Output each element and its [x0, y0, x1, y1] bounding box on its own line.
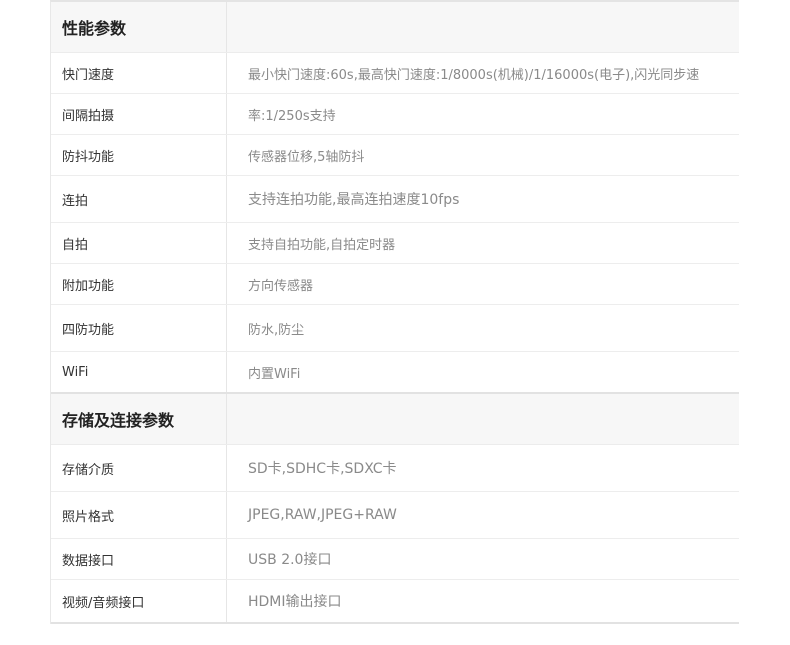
spec-label: 连拍 [51, 176, 227, 222]
spec-value: USB 2.0接口 [248, 552, 332, 568]
table-row: 数据接口 USB 2.0接口 [51, 539, 739, 580]
spec-value: 方向传感器 [248, 278, 314, 294]
spec-value: JPEG,RAW,JPEG+RAW [248, 507, 397, 523]
table-row: WiFi 内置WiFi [51, 352, 739, 394]
spec-value: 传感器位移,5轴防抖 [248, 149, 365, 165]
section-header-performance: 性能参数 [51, 2, 739, 53]
table-row: 照片格式 JPEG,RAW,JPEG+RAW [51, 492, 739, 539]
spec-value: 支持自拍功能,自拍定时器 [248, 237, 396, 253]
section-header-storage: 存储及连接参数 [51, 394, 739, 445]
table-row: 四防功能 防水,防尘 [51, 305, 739, 352]
spec-label: 防抖功能 [51, 135, 227, 175]
spec-label: 附加功能 [51, 264, 227, 304]
section-title: 存储及连接参数 [51, 394, 227, 444]
spec-table: 性能参数 快门速度 最小快门速度:60s,最高快门速度:1/8000s(机械)/… [50, 0, 739, 624]
spec-label: 四防功能 [51, 305, 227, 351]
spec-label: 自拍 [51, 223, 227, 263]
spec-label: 存储介质 [51, 445, 227, 491]
spec-value: 率:1/250s支持 [248, 108, 336, 124]
spec-label: 视频/音频接口 [51, 580, 227, 622]
spec-value: SD卡,SDHC卡,SDXC卡 [248, 461, 397, 477]
spec-value: 防水,防尘 [248, 322, 305, 338]
table-row: 存储介质 SD卡,SDHC卡,SDXC卡 [51, 445, 739, 492]
spec-value: 最小快门速度:60s,最高快门速度:1/8000s(机械)/1/16000s(电… [248, 67, 700, 83]
table-row: 附加功能 方向传感器 [51, 264, 739, 305]
spec-value: HDMI输出接口 [248, 594, 342, 610]
spec-label: 数据接口 [51, 539, 227, 579]
spec-value: 支持连拍功能,最高连拍速度10fps [248, 192, 460, 208]
section-title: 性能参数 [51, 2, 227, 52]
table-row: 快门速度 最小快门速度:60s,最高快门速度:1/8000s(机械)/1/160… [51, 53, 739, 94]
spec-label: WiFi [51, 352, 227, 392]
spec-label: 照片格式 [51, 492, 227, 538]
table-row: 连拍 支持连拍功能,最高连拍速度10fps [51, 176, 739, 223]
table-row: 自拍 支持自拍功能,自拍定时器 [51, 223, 739, 264]
table-row: 间隔拍摄 率:1/250s支持 [51, 94, 739, 135]
spec-label: 间隔拍摄 [51, 94, 227, 134]
table-row: 视频/音频接口 HDMI输出接口 [51, 580, 739, 624]
spec-label: 快门速度 [51, 53, 227, 93]
table-row: 防抖功能 传感器位移,5轴防抖 [51, 135, 739, 176]
spec-value: 内置WiFi [248, 366, 301, 382]
